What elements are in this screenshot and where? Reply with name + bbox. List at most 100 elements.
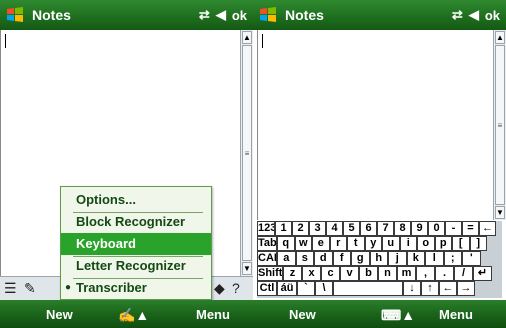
keyboard-key[interactable]: j [388, 251, 407, 266]
keyboard-key[interactable]: g [351, 251, 370, 266]
keyboard-key[interactable]: o [417, 236, 435, 251]
new-softkey[interactable]: New [46, 307, 73, 322]
keyboard-key[interactable]: / [454, 266, 473, 281]
keyboard-icon[interactable]: ⌨▲ [381, 307, 415, 324]
keyboard-key[interactable]: ← [439, 281, 457, 296]
windows-logo-icon[interactable] [6, 6, 24, 24]
ok-button[interactable]: ok [232, 8, 247, 23]
right-screen: Notes ⇄ ◀ ok ▲ ≡ ▼ 123 1 2 3 4 5 6 7 8 9 0- = ← Tab q… [253, 0, 506, 328]
keyboard-key[interactable]: \ [315, 281, 333, 296]
keyboard-key[interactable]: . [435, 266, 454, 281]
keyboard-key[interactable]: ; [443, 251, 462, 266]
keyboard-key[interactable]: 2 [292, 221, 309, 236]
format-list-icon[interactable]: ☰ [4, 280, 17, 297]
keyboard-key[interactable]: d [314, 251, 333, 266]
keyboard-row: Ctl áü ` \ ↓ ↑ ← → [257, 281, 475, 296]
keyboard-key[interactable]: q [277, 236, 295, 251]
left-screen: Notes ⇄ ◀ ok ▲ ≡ ▼ ☰ ✎ ◆ ? Options... Bl… [0, 0, 253, 328]
keyboard-key[interactable]: CAP [257, 251, 277, 266]
new-softkey[interactable]: New [289, 307, 316, 322]
speaker-icon[interactable]: ◀ [216, 7, 226, 23]
menu-item-block-recognizer[interactable]: Block Recognizer [61, 211, 211, 233]
keyboard-key[interactable]: 6 [360, 221, 377, 236]
keyboard-key[interactable]: w [294, 236, 312, 251]
vertical-scrollbar[interactable]: ▲ ≡ ▼ [493, 30, 506, 220]
menu-softkey[interactable]: Menu [196, 307, 230, 322]
windows-logo-icon[interactable] [259, 6, 277, 24]
keyboard-key[interactable]: y [364, 236, 382, 251]
keyboard-key[interactable]: Ctl [257, 281, 277, 296]
keyboard-key[interactable]: 0 [428, 221, 445, 236]
note-text-area[interactable] [257, 30, 493, 220]
input-panel-icon[interactable]: ✍▲ [118, 307, 149, 324]
keyboard-key[interactable]: áü [277, 281, 297, 296]
scroll-thumb[interactable]: ≡ [242, 45, 252, 261]
connectivity-icon[interactable]: ⇄ [452, 7, 463, 23]
title-bar: Notes ⇄ ◀ ok [0, 0, 253, 30]
keyboard-key[interactable]: l [425, 251, 444, 266]
keyboard-key[interactable]: f [332, 251, 351, 266]
keyboard-key[interactable]: ] [469, 236, 487, 251]
keyboard-key[interactable]: ` [297, 281, 315, 296]
keyboard-key[interactable]: Shift [257, 266, 283, 281]
keyboard-key[interactable]: a [277, 251, 296, 266]
keyboard-key[interactable]: c [321, 266, 340, 281]
help-icon[interactable]: ? [232, 280, 240, 296]
title-bar: Notes ⇄ ◀ ok [253, 0, 506, 30]
keyboard-key[interactable]: Tab [257, 236, 277, 251]
pen-icon[interactable]: ✎ [24, 280, 36, 297]
keyboard-key[interactable]: v [340, 266, 359, 281]
keyboard-key[interactable]: ↵ [473, 266, 492, 281]
keyboard-key[interactable]: ↑ [421, 281, 439, 296]
menu-item-keyboard[interactable]: Keyboard [61, 233, 211, 255]
keyboard-key[interactable]: 123 [257, 221, 275, 236]
keyboard-key[interactable]: ← [479, 221, 496, 236]
keyboard-key[interactable]: s [295, 251, 314, 266]
keyboard-key[interactable]: [ [452, 236, 470, 251]
keyboard-key[interactable]: = [462, 221, 479, 236]
ok-button[interactable]: ok [485, 8, 500, 23]
input-arrow-icon[interactable]: ◆ [214, 280, 225, 297]
keyboard-key[interactable]: 9 [411, 221, 428, 236]
keyboard-key[interactable]: 4 [326, 221, 343, 236]
softkey-bar: New ⌨▲ Menu [253, 300, 506, 328]
keyboard-key[interactable]: 8 [394, 221, 411, 236]
keyboard-key[interactable]: 3 [309, 221, 326, 236]
keyboard-key[interactable]: h [369, 251, 388, 266]
menu-item-options[interactable]: Options... [61, 189, 211, 211]
keyboard-key[interactable]: i [399, 236, 417, 251]
speaker-icon[interactable]: ◀ [469, 7, 479, 23]
vertical-scrollbar[interactable]: ▲ ≡ ▼ [240, 30, 253, 276]
menu-item-transcriber[interactable]: Transcriber [61, 277, 211, 299]
keyboard-key[interactable]: ↓ [403, 281, 421, 296]
keyboard-key[interactable]: r [329, 236, 347, 251]
space-key[interactable] [333, 281, 403, 296]
keyboard-key[interactable]: b [359, 266, 378, 281]
keyboard-key[interactable]: ' [462, 251, 481, 266]
keyboard-key[interactable]: , [416, 266, 435, 281]
connectivity-icon[interactable]: ⇄ [199, 7, 210, 23]
keyboard-key[interactable]: m [397, 266, 416, 281]
keyboard-key[interactable]: p [434, 236, 452, 251]
text-cursor [5, 34, 6, 48]
scroll-up-icon[interactable]: ▲ [495, 31, 505, 44]
keyboard-key[interactable]: x [302, 266, 321, 281]
scroll-up-icon[interactable]: ▲ [242, 31, 252, 44]
keyboard-key[interactable]: - [445, 221, 462, 236]
keyboard-key[interactable]: t [347, 236, 365, 251]
keyboard-key[interactable]: u [382, 236, 400, 251]
keyboard-key[interactable]: z [283, 266, 302, 281]
menu-item-letter-recognizer[interactable]: Letter Recognizer [61, 255, 211, 277]
keyboard-key[interactable]: n [378, 266, 397, 281]
menu-softkey[interactable]: Menu [439, 307, 473, 322]
keyboard-key[interactable]: e [312, 236, 330, 251]
keyboard-key[interactable]: → [457, 281, 475, 296]
keyboard-key[interactable]: 7 [377, 221, 394, 236]
scroll-down-icon[interactable]: ▼ [495, 206, 505, 219]
keyboard-key[interactable]: 1 [275, 221, 292, 236]
status-icons: ⇄ ◀ ok [452, 7, 500, 23]
keyboard-key[interactable]: k [406, 251, 425, 266]
scroll-down-icon[interactable]: ▼ [242, 262, 252, 275]
keyboard-key[interactable]: 5 [343, 221, 360, 236]
scroll-thumb[interactable]: ≡ [495, 45, 505, 205]
